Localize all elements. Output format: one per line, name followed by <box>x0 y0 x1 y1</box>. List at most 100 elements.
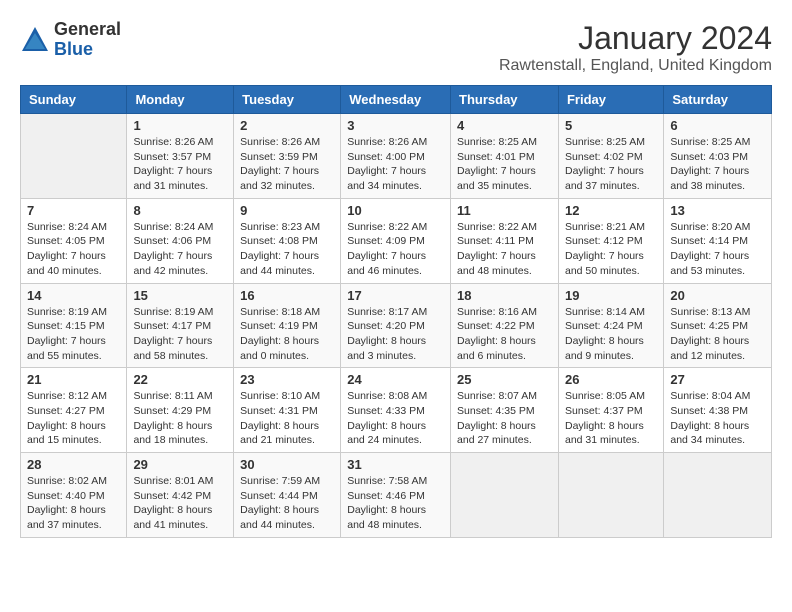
calendar-cell: 21 Sunrise: 8:12 AMSunset: 4:27 PMDayligh… <box>21 368 127 453</box>
day-info: Sunrise: 8:19 AMSunset: 4:15 PMDaylight:… <box>27 305 120 364</box>
day-info: Sunrise: 8:24 AMSunset: 4:06 PMDaylight:… <box>133 220 227 279</box>
day-info: Sunrise: 8:14 AMSunset: 4:24 PMDaylight:… <box>565 305 657 364</box>
day-number: 30 <box>240 457 334 472</box>
logo-icon <box>20 25 50 55</box>
calendar-cell: 15Sunrise: 8:19 AMSunset: 4:17 PMDayligh… <box>127 283 234 368</box>
calendar-cell: 2 Sunrise: 8:26 AMSunset: 3:59 PMDaylight… <box>234 114 341 199</box>
day-info: Sunrise: 8:04 AMSunset: 4:38 PMDaylight:… <box>670 389 765 448</box>
logo-blue: Blue <box>54 40 121 60</box>
title-block: January 2024 Rawtenstall, England, Unite… <box>499 20 772 75</box>
calendar-cell: 10 Sunrise: 8:22 AMSunset: 4:09 PMDayligh… <box>341 198 451 283</box>
calendar-cell: 5 Sunrise: 8:25 AMSunset: 4:02 PMDaylight… <box>558 114 663 199</box>
week-row-3: 14 Sunrise: 8:19 AMSunset: 4:15 PMDayligh… <box>21 283 772 368</box>
day-info: Sunrise: 8:16 AMSunset: 4:22 PMDaylight:… <box>457 305 552 364</box>
day-number: 28 <box>27 457 120 472</box>
day-info: Sunrise: 8:22 AMSunset: 4:11 PMDaylight:… <box>457 220 552 279</box>
header-cell-wednesday: Wednesday <box>341 86 451 114</box>
day-info: Sunrise: 8:22 AMSunset: 4:09 PMDaylight:… <box>347 220 444 279</box>
header-row: SundayMondayTuesdayWednesdayThursdayFrid… <box>21 86 772 114</box>
week-row-1: 1Sunrise: 8:26 AMSunset: 3:57 PMDaylight… <box>21 114 772 199</box>
day-info: Sunrise: 8:05 AMSunset: 4:37 PMDaylight:… <box>565 389 657 448</box>
calendar-cell: 4Sunrise: 8:25 AMSunset: 4:01 PMDaylight… <box>451 114 559 199</box>
calendar-cell <box>664 453 772 538</box>
day-number: 27 <box>670 372 765 387</box>
day-number: 14 <box>27 288 120 303</box>
day-number: 24 <box>347 372 444 387</box>
day-number: 13 <box>670 203 765 218</box>
calendar-cell: 25Sunrise: 8:07 AMSunset: 4:35 PMDayligh… <box>451 368 559 453</box>
day-info: Sunrise: 8:24 AMSunset: 4:05 PMDaylight:… <box>27 220 120 279</box>
calendar-cell: 9Sunrise: 8:23 AMSunset: 4:08 PMDaylight… <box>234 198 341 283</box>
calendar-cell: 30Sunrise: 7:59 AMSunset: 4:44 PMDayligh… <box>234 453 341 538</box>
day-number: 19 <box>565 288 657 303</box>
day-info: Sunrise: 8:25 AMSunset: 4:02 PMDaylight:… <box>565 135 657 194</box>
calendar-cell: 18 Sunrise: 8:16 AMSunset: 4:22 PMDayligh… <box>451 283 559 368</box>
header-cell-friday: Friday <box>558 86 663 114</box>
month-title: January 2024 <box>499 20 772 57</box>
day-number: 10 <box>347 203 444 218</box>
header-cell-sunday: Sunday <box>21 86 127 114</box>
calendar-cell: 26 Sunrise: 8:05 AMSunset: 4:37 PMDayligh… <box>558 368 663 453</box>
calendar-cell: 29 Sunrise: 8:01 AMSunset: 4:42 PMDayligh… <box>127 453 234 538</box>
header-cell-tuesday: Tuesday <box>234 86 341 114</box>
week-row-5: 28 Sunrise: 8:02 AMSunset: 4:40 PMDayligh… <box>21 453 772 538</box>
calendar-cell: 1Sunrise: 8:26 AMSunset: 3:57 PMDaylight… <box>127 114 234 199</box>
day-number: 21 <box>27 372 120 387</box>
day-info: Sunrise: 8:02 AMSunset: 4:40 PMDaylight:… <box>27 474 120 533</box>
day-number: 7 <box>27 203 120 218</box>
day-number: 22 <box>133 372 227 387</box>
day-number: 8 <box>133 203 227 218</box>
calendar-cell: 31 Sunrise: 7:58 AMSunset: 4:46 PMDayligh… <box>341 453 451 538</box>
calendar-cell: 7 Sunrise: 8:24 AMSunset: 4:05 PMDaylight… <box>21 198 127 283</box>
day-number: 6 <box>670 118 765 133</box>
location-title: Rawtenstall, England, United Kingdom <box>499 57 772 75</box>
day-number: 1 <box>133 118 227 133</box>
day-info: Sunrise: 8:11 AMSunset: 4:29 PMDaylight:… <box>133 389 227 448</box>
calendar-cell: 20Sunrise: 8:13 AMSunset: 4:25 PMDayligh… <box>664 283 772 368</box>
calendar-cell <box>558 453 663 538</box>
calendar-cell: 16 Sunrise: 8:18 AMSunset: 4:19 PMDayligh… <box>234 283 341 368</box>
day-number: 4 <box>457 118 552 133</box>
day-number: 3 <box>347 118 444 133</box>
calendar-cell: 14 Sunrise: 8:19 AMSunset: 4:15 PMDayligh… <box>21 283 127 368</box>
calendar-cell: 27 Sunrise: 8:04 AMSunset: 4:38 PMDayligh… <box>664 368 772 453</box>
day-info: Sunrise: 8:12 AMSunset: 4:27 PMDaylight:… <box>27 389 120 448</box>
day-info: Sunrise: 8:18 AMSunset: 4:19 PMDaylight:… <box>240 305 334 364</box>
day-number: 17 <box>347 288 444 303</box>
day-info: Sunrise: 8:20 AMSunset: 4:14 PMDaylight:… <box>670 220 765 279</box>
day-info: Sunrise: 7:58 AMSunset: 4:46 PMDaylight:… <box>347 474 444 533</box>
day-number: 5 <box>565 118 657 133</box>
day-info: Sunrise: 8:25 AMSunset: 4:03 PMDaylight:… <box>670 135 765 194</box>
calendar-cell: 12 Sunrise: 8:21 AMSunset: 4:12 PMDayligh… <box>558 198 663 283</box>
calendar-cell: 24Sunrise: 8:08 AMSunset: 4:33 PMDayligh… <box>341 368 451 453</box>
day-number: 16 <box>240 288 334 303</box>
week-row-4: 21 Sunrise: 8:12 AMSunset: 4:27 PMDayligh… <box>21 368 772 453</box>
day-info: Sunrise: 8:01 AMSunset: 4:42 PMDaylight:… <box>133 474 227 533</box>
day-number: 31 <box>347 457 444 472</box>
day-number: 11 <box>457 203 552 218</box>
day-number: 29 <box>133 457 227 472</box>
day-number: 2 <box>240 118 334 133</box>
day-info: Sunrise: 8:19 AMSunset: 4:17 PMDaylight:… <box>133 305 227 364</box>
day-info: Sunrise: 8:26 AMSunset: 4:00 PMDaylight:… <box>347 135 444 194</box>
logo-general: General <box>54 20 121 40</box>
day-number: 12 <box>565 203 657 218</box>
calendar-cell: 17 Sunrise: 8:17 AMSunset: 4:20 PMDayligh… <box>341 283 451 368</box>
day-number: 23 <box>240 372 334 387</box>
calendar-cell: 23 Sunrise: 8:10 AMSunset: 4:31 PMDayligh… <box>234 368 341 453</box>
calendar-cell <box>451 453 559 538</box>
calendar-cell <box>21 114 127 199</box>
header-cell-saturday: Saturday <box>664 86 772 114</box>
calendar-cell: 19 Sunrise: 8:14 AMSunset: 4:24 PMDayligh… <box>558 283 663 368</box>
calendar-cell: 6 Sunrise: 8:25 AMSunset: 4:03 PMDaylight… <box>664 114 772 199</box>
day-number: 18 <box>457 288 552 303</box>
day-info: Sunrise: 8:21 AMSunset: 4:12 PMDaylight:… <box>565 220 657 279</box>
day-number: 9 <box>240 203 334 218</box>
page-header: General Blue January 2024 Rawtenstall, E… <box>20 20 772 75</box>
day-number: 26 <box>565 372 657 387</box>
logo: General Blue <box>20 20 121 60</box>
day-info: Sunrise: 8:10 AMSunset: 4:31 PMDaylight:… <box>240 389 334 448</box>
calendar-cell: 11 Sunrise: 8:22 AMSunset: 4:11 PMDayligh… <box>451 198 559 283</box>
day-info: Sunrise: 8:26 AMSunset: 3:59 PMDaylight:… <box>240 135 334 194</box>
day-info: Sunrise: 8:17 AMSunset: 4:20 PMDaylight:… <box>347 305 444 364</box>
